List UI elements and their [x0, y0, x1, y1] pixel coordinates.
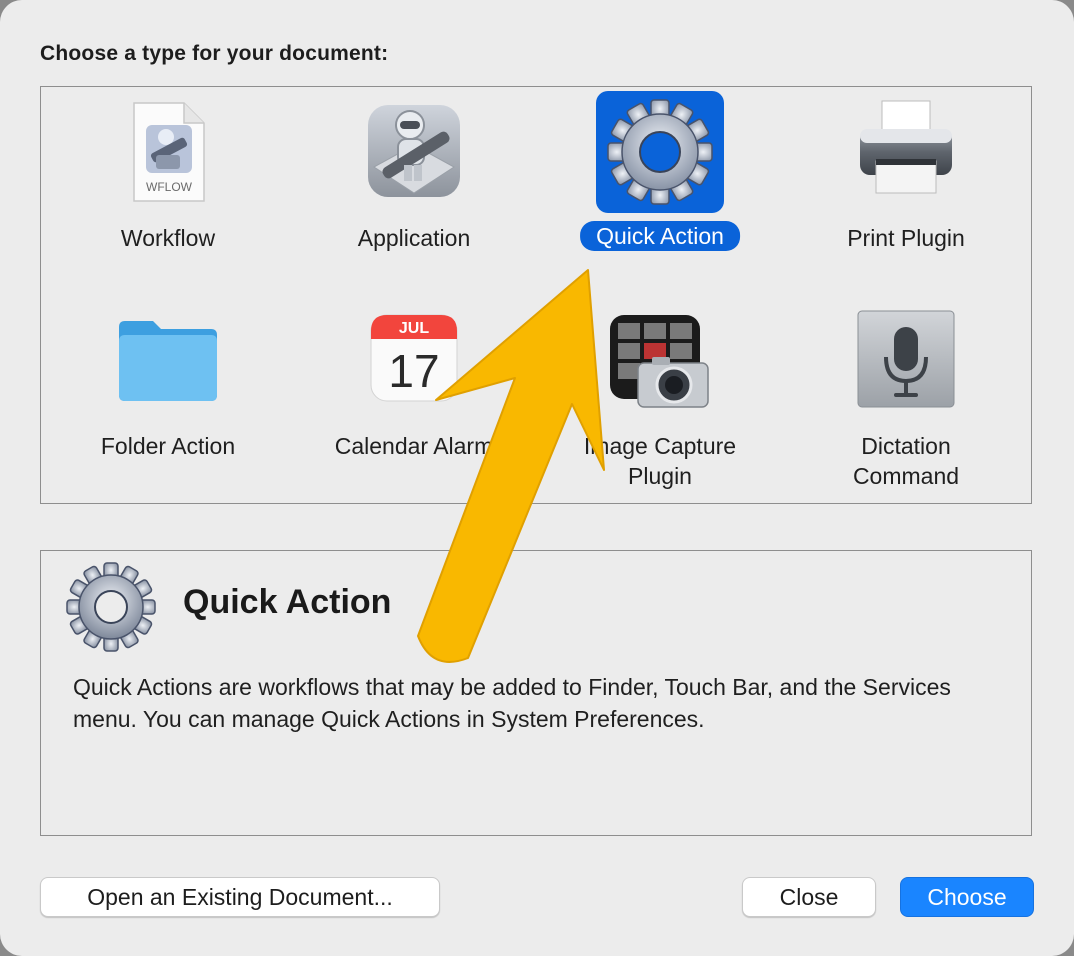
- type-label: Folder Action: [100, 433, 236, 459]
- workflow-document-icon: WFLOW: [133, 102, 205, 202]
- type-label-line-2: Command: [852, 463, 960, 489]
- image-capture-icon: [610, 315, 709, 408]
- description-text: Quick Actions are workflows that may be …: [73, 674, 951, 732]
- type-label-line-2: Plugin: [628, 463, 692, 489]
- type-label: Application: [357, 225, 471, 251]
- type-workflow[interactable]: WFLOW Workflow: [45, 87, 291, 287]
- automator-robot-icon: [368, 105, 460, 197]
- svg-text:17: 17: [388, 345, 439, 397]
- svg-text:WFLOW: WFLOW: [146, 180, 193, 194]
- close-button[interactable]: Close: [742, 877, 876, 917]
- type-folder-action[interactable]: Folder Action: [45, 295, 291, 495]
- selected-icon-highlight: [596, 91, 724, 213]
- description-title: Quick Action: [183, 583, 392, 621]
- type-label: Calendar Alarm: [334, 433, 494, 459]
- open-existing-document-button[interactable]: Open an Existing Document...: [40, 877, 440, 917]
- type-quick-action[interactable]: Quick Action: [537, 87, 783, 287]
- dialog-prompt: Choose a type for your document:: [40, 42, 389, 65]
- type-print-plugin[interactable]: Print Plugin: [783, 87, 1029, 287]
- type-label-line-1: Dictation: [861, 433, 951, 459]
- type-label: Quick Action: [580, 221, 740, 251]
- choose-button[interactable]: Choose: [900, 877, 1034, 917]
- gear-icon: [66, 562, 156, 652]
- calendar-icon: JUL 17: [370, 314, 458, 402]
- type-calendar-alarm[interactable]: JUL 17 Calendar Alarm: [291, 295, 537, 495]
- microphone-icon: [857, 310, 955, 408]
- new-document-dialog: Choose a type for your document: WFLOW W…: [0, 0, 1074, 956]
- svg-text:JUL: JUL: [399, 320, 429, 337]
- type-description-panel: Quick Action Quick Actions are workflows…: [40, 550, 1032, 836]
- type-label: Print Plugin: [847, 225, 965, 251]
- type-image-capture-plugin[interactable]: Image Capture Plugin: [537, 295, 783, 495]
- type-application[interactable]: Application: [291, 87, 537, 287]
- document-type-grid: WFLOW Workflow Application Quick Action …: [40, 86, 1032, 504]
- type-label-line-1: Image Capture: [583, 433, 737, 459]
- printer-icon: [860, 100, 952, 194]
- gear-icon: [607, 99, 713, 205]
- type-label: Workflow: [120, 225, 216, 251]
- type-dictation-command[interactable]: Dictation Command: [783, 295, 1029, 495]
- folder-icon: [119, 321, 217, 401]
